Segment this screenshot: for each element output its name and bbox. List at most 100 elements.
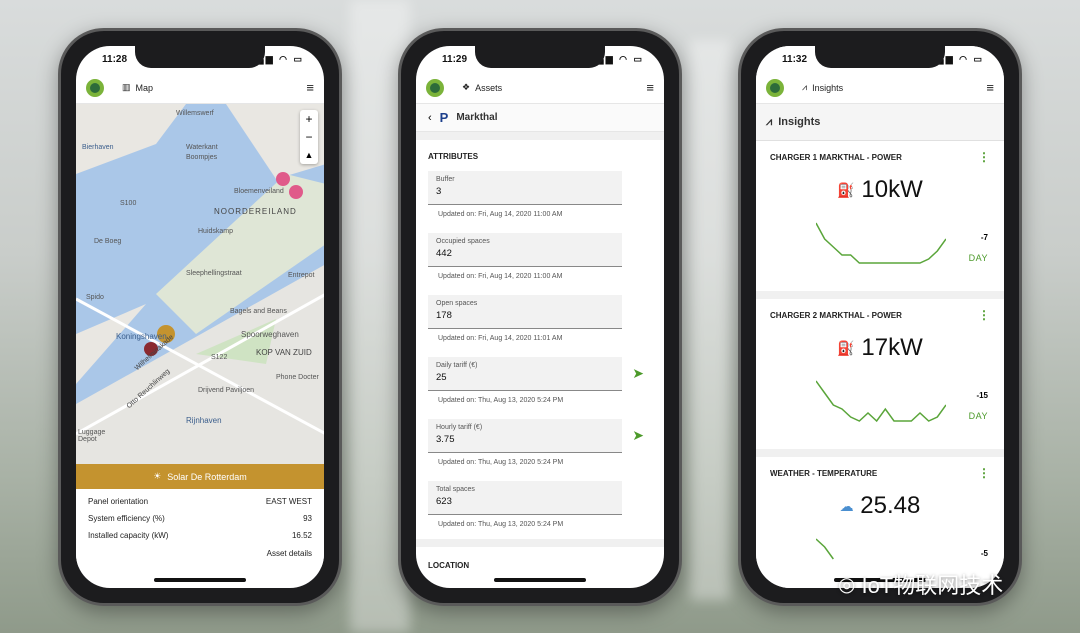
period-button[interactable]: DAY <box>969 253 988 263</box>
clock: 11:32 <box>782 53 808 65</box>
app-logo[interactable] <box>86 78 104 97</box>
map-label: Phone Docter <box>276 374 319 381</box>
watermark-text: IoT物联网技术 <box>861 573 1004 598</box>
attribute-label: Open spaces <box>436 300 478 307</box>
home-indicator <box>494 578 586 582</box>
notch <box>135 46 265 68</box>
row-label: System efficiency (%) <box>88 514 165 523</box>
map-marker[interactable] <box>276 172 290 186</box>
nav-title: Insights <box>812 82 844 93</box>
ev-charger-icon: ⛽ <box>837 340 855 357</box>
popup-header[interactable]: ☀ Solar De Rotterdam <box>76 464 324 489</box>
more-options-icon[interactable]: ⋮ <box>978 151 990 163</box>
more-options-icon[interactable]: ⋮ <box>978 467 990 479</box>
app-bar: ❖ Assets ≡ <box>416 72 664 104</box>
insights-icon: ⩘ <box>802 82 808 92</box>
zoom-in-button[interactable]: + <box>300 110 318 128</box>
card-unit: kW <box>888 334 923 361</box>
map-label: Entrepot <box>288 272 315 279</box>
attribute-value: 3.75 <box>436 434 455 445</box>
map-view[interactable]: + − ▲ Bierhaven Willemswerf Waterkant Boom… <box>76 104 324 474</box>
nav-title: Assets <box>475 82 503 93</box>
app-bar: ▥ Map ≡ <box>76 72 324 104</box>
attribute-field[interactable]: Total spaces 623 <box>428 481 622 515</box>
attribute-value: 178 <box>436 310 452 321</box>
sparkline <box>816 222 946 264</box>
attribute-value: 25 <box>436 372 447 383</box>
map-label: Spoorweghaven <box>241 330 299 339</box>
zoom-out-button[interactable]: − <box>300 128 318 146</box>
map-label: Boompjes <box>186 154 218 161</box>
attribute-field[interactable]: Occupied spaces 442 <box>428 233 622 267</box>
row-label: Installed capacity (kW) <box>88 531 169 540</box>
sparkline <box>816 380 946 423</box>
attribute-value: 623 <box>436 496 452 507</box>
ev-charger-icon: ⛽ <box>837 182 855 199</box>
app-bar: ⩘ Insights ≡ <box>756 72 1004 104</box>
popup-row: Installed capacity (kW) 16.52 <box>88 527 312 544</box>
attribute-value: 3 <box>436 186 442 197</box>
card-min-value: -7 <box>980 233 988 242</box>
card-title: WEATHER - TEMPERATURE <box>770 469 878 478</box>
attribute-item: Buffer 3 Updated on: Fri, Aug 14, 2020 11:… <box>416 171 664 218</box>
map-label: NOORDEREILAND <box>214 207 297 216</box>
app-logo[interactable] <box>426 78 444 97</box>
card-min-value: -5 <box>980 549 988 558</box>
assets-icon: ❖ <box>462 82 471 92</box>
attribute-item: Open spaces 178 Updated on: Fri, Aug 14, 2… <box>416 295 664 342</box>
card-unit: kW <box>888 176 923 203</box>
map-marker[interactable] <box>289 185 303 199</box>
clock: 11:28 <box>102 53 128 65</box>
row-value: 93 <box>303 514 312 523</box>
hamburger-menu-icon[interactable]: ≡ <box>646 80 654 95</box>
card-value: 17 <box>861 334 889 361</box>
popup-row: System efficiency (%) 93 <box>88 510 312 527</box>
phone-assets: 11:29 ▂▄▆ ◠ ▭ ❖ Assets ≡ ‹ P Markthal ATTR… <box>398 28 682 606</box>
card-title: CHARGER 2 MARKTHAL - POWER <box>770 311 902 320</box>
map-icon: ▥ <box>122 82 131 92</box>
hamburger-menu-icon[interactable]: ≡ <box>986 80 994 95</box>
attribute-item: Hourly tariff (€) 3.75 Updated on: Thu, Au… <box>416 419 664 466</box>
period-button[interactable]: DAY <box>969 411 988 421</box>
card-value: 10 <box>861 176 889 203</box>
sparkline-path <box>816 222 946 264</box>
insights-icon: ⩘ <box>766 115 773 128</box>
attribute-updated: Updated on: Thu, Aug 13, 2020 5:24 PM <box>438 521 564 528</box>
map-label: Koningshaven <box>116 332 167 341</box>
map-label: S100 <box>120 200 137 207</box>
wechat-icon: ◎ <box>838 573 856 596</box>
map-label: KOP VAN ZUID <box>256 348 312 357</box>
attribute-field[interactable]: Hourly tariff (€) 3.75 <box>428 419 622 453</box>
card-title: CHARGER 1 MARKTHAL - POWER <box>770 153 902 162</box>
send-icon[interactable]: ➤ <box>632 427 644 444</box>
map-label: S122 <box>211 354 228 361</box>
map-label: Willemswerf <box>176 110 214 117</box>
attribute-updated: Updated on: Fri, Aug 14, 2020 11:00 AM <box>438 273 563 280</box>
attribute-item: Daily tariff (€) 25 Updated on: Thu, Aug 1… <box>416 357 664 404</box>
back-icon[interactable]: ‹ <box>428 112 432 124</box>
asset-name: Markthal <box>456 112 498 123</box>
map-label: Huidskamp <box>198 228 234 235</box>
asset-popup: ☀ Solar De Rotterdam Panel orientation EAS… <box>76 464 324 567</box>
map-label: Bagels and Beans <box>230 308 287 315</box>
map-label: Waterkant <box>186 144 218 151</box>
more-options-icon[interactable]: ⋮ <box>978 309 990 321</box>
attribute-field[interactable]: Open spaces 178 <box>428 295 622 329</box>
map-label: Bloemenveiland <box>234 188 284 195</box>
popup-title: Solar De Rotterdam <box>167 471 247 482</box>
attribute-label: Buffer <box>436 176 455 183</box>
map-label: De Boeg <box>94 238 122 245</box>
attribute-item: Total spaces 623 Updated on: Thu, Aug 13, … <box>416 481 664 528</box>
row-value: 16.52 <box>291 531 312 540</box>
asset-details-link[interactable]: Asset details <box>267 549 312 558</box>
attribute-label: Total spaces <box>436 486 475 493</box>
hamburger-menu-icon[interactable]: ≡ <box>306 80 314 95</box>
popup-row: Panel orientation EAST WEST <box>88 493 312 510</box>
phone-insights: 11:32 ▂▄▆ ◠ ▭ ⩘ Insights ≡ ⩘ Insights CHARG… <box>738 28 1022 606</box>
attribute-field[interactable]: Buffer 3 <box>428 171 622 205</box>
attribute-field[interactable]: Daily tariff (€) 25 <box>428 357 622 391</box>
compass-button[interactable]: ▲ <box>300 146 318 164</box>
send-icon[interactable]: ➤ <box>632 365 644 382</box>
parking-icon: P <box>439 110 449 125</box>
app-logo[interactable] <box>766 78 784 97</box>
